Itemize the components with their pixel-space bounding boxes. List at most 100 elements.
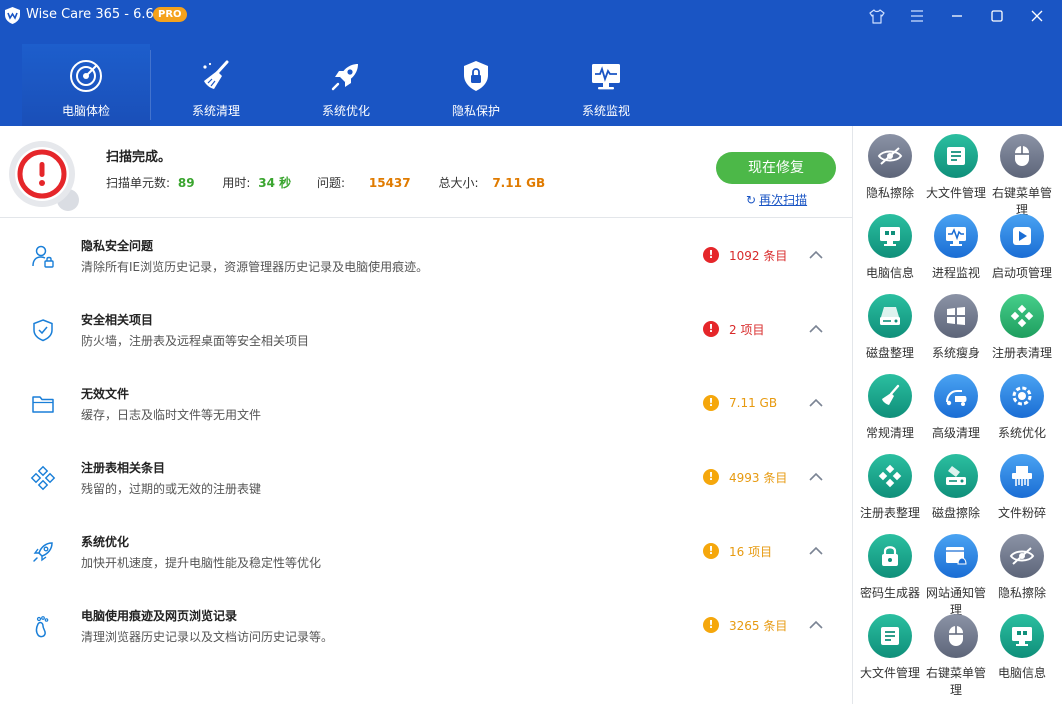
refresh-icon: ↻ — [746, 193, 757, 207]
issue-row-optimize[interactable]: 系统优化 加快开机速度，提升电脑性能及稳定性等优化 ! 16 项目 — [0, 515, 852, 589]
scan-summary: 扫描完成。 扫描单元数: 89 用时: 34 秒 问题: 15437 总大小: … — [0, 126, 852, 218]
tool-registry-cleaner[interactable]: 注册表清理 — [987, 294, 1053, 374]
tool-startup-manager[interactable]: 启动项管理 — [987, 214, 1053, 294]
chevron-up-icon[interactable] — [808, 396, 824, 410]
issue-row-registry[interactable]: 注册表相关条目 残留的，过期的或无效的注册表键 ! 4993 条目 — [0, 441, 852, 515]
tool-file-shredder[interactable]: 文件粉碎 — [987, 454, 1053, 534]
minimize-icon — [952, 15, 962, 17]
skin-button[interactable] — [866, 5, 888, 27]
maximize-button[interactable] — [986, 5, 1008, 27]
web-bell-icon — [946, 547, 967, 565]
tool-pc-info-2[interactable]: 电脑信息 — [987, 614, 1053, 694]
chevron-up-icon[interactable] — [808, 470, 824, 484]
tool-process-monitor[interactable]: 进程监视 — [921, 214, 987, 294]
rocket-icon — [331, 64, 358, 91]
tool-disk-eraser[interactable]: 磁盘擦除 — [921, 454, 987, 534]
alert-icon — [9, 141, 79, 211]
issue-title: 系统优化 — [81, 535, 130, 549]
monitor-pulse-icon — [592, 64, 620, 90]
scanned-value: 89 — [177, 176, 195, 190]
tool-label: 大文件管理 — [859, 666, 920, 680]
tool-web-notification-manager[interactable]: 网站通知管理 — [921, 534, 987, 617]
rocket-icon — [33, 542, 53, 562]
warning-icon: ! — [703, 469, 719, 485]
issue-title: 隐私安全问题 — [81, 239, 154, 253]
size-value: 7.11 GB — [492, 176, 546, 190]
tool-system-slimming[interactable]: 系统瘦身 — [921, 294, 987, 374]
tool-system-optimize[interactable]: 系统优化 — [987, 374, 1053, 454]
chevron-up-icon[interactable] — [808, 618, 824, 632]
rescan-label: 再次扫描 — [759, 193, 808, 207]
issue-count: 7.11 GB — [729, 396, 778, 410]
tool-tile — [1000, 214, 1044, 258]
chevron-up-icon[interactable] — [808, 544, 824, 558]
fix-now-button[interactable]: 现在修复 — [716, 152, 836, 184]
tool-registry-defrag[interactable]: 注册表整理 — [855, 454, 921, 534]
chevron-up-icon[interactable] — [808, 248, 824, 262]
issue-count: 16 项目 — [729, 544, 773, 559]
close-button[interactable] — [1026, 5, 1048, 27]
issue-title: 无效文件 — [81, 387, 130, 401]
monitor-pulse-icon — [946, 227, 966, 246]
rescan-link[interactable]: ↻ 再次扫描 — [746, 191, 807, 208]
tool-context-menu-manager[interactable]: 右键菜单管理 — [987, 134, 1053, 217]
tool-common-clean[interactable]: 常规清理 — [855, 374, 921, 454]
warning-icon: ! — [703, 395, 719, 411]
tool-label: 电脑信息 — [997, 666, 1046, 680]
issues-value: 15437 — [368, 176, 411, 190]
tool-pc-info[interactable]: 电脑信息 — [855, 214, 921, 294]
issue-desc: 残留的，过期的或无效的注册表键 — [81, 482, 262, 496]
issue-title: 电脑使用痕迹及网页浏览记录 — [81, 609, 238, 623]
tab-system-monitor[interactable]: 系统监视 — [542, 44, 670, 126]
tab-system-clean[interactable]: 系统清理 — [152, 44, 280, 126]
folder-icon — [32, 396, 54, 413]
issue-count: 1092 条目 — [729, 248, 788, 263]
tab-label: 系统优化 — [321, 104, 370, 118]
footprint-icon — [35, 616, 49, 638]
tool-privacy-eraser-2[interactable]: 隐私擦除 — [987, 534, 1053, 614]
error-icon: ! — [703, 321, 719, 337]
tool-disk-defrag[interactable]: 磁盘整理 — [855, 294, 921, 374]
chevron-up-icon[interactable] — [808, 322, 824, 336]
tool-context-menu-manager-2[interactable]: 右键菜单管理 — [921, 614, 987, 697]
issue-status: ! 16 项目 — [703, 543, 772, 559]
main-menu-button[interactable] — [906, 5, 928, 27]
tool-large-file-manager[interactable]: 大文件管理 — [921, 134, 987, 214]
tool-advanced-clean[interactable]: 高级清理 — [921, 374, 987, 454]
tab-label: 系统监视 — [581, 104, 630, 118]
tool-privacy-eraser[interactable]: 隐私擦除 — [855, 134, 921, 214]
tool-password-generator[interactable]: 密码生成器 — [855, 534, 921, 614]
header-bar: Wise Care 365 - 6.6.6 PRO 电脑体检 系统清理 系统优化… — [0, 0, 1062, 126]
registry-icon — [30, 465, 56, 491]
main-nav: 电脑体检 系统清理 系统优化 隐私保护 系统监视 — [0, 44, 700, 126]
disk-icon — [880, 307, 900, 325]
tool-label: 密码生成器 — [859, 586, 920, 600]
play-icon — [1013, 227, 1031, 245]
eye-off-icon — [877, 147, 903, 165]
issue-row-security[interactable]: 安全相关项目 防火墙，注册表及远程桌面等安全相关项目 ! 2 项目 — [0, 293, 852, 367]
minimize-button[interactable] — [946, 5, 968, 27]
issue-row-junk-files[interactable]: 无效文件 缓存，日志及临时文件等无用文件 ! 7.11 GB — [0, 367, 852, 441]
issue-title: 注册表相关条目 — [81, 461, 166, 475]
tool-tile — [868, 614, 912, 658]
time-value: 34 秒 — [258, 176, 292, 190]
tab-privacy-protect[interactable]: 隐私保护 — [412, 44, 540, 126]
issue-status: ! 1092 条目 — [703, 247, 787, 263]
app-title: Wise Care 365 - 6.6.6 — [26, 7, 167, 22]
issue-row-traces[interactable]: 电脑使用痕迹及网页浏览记录 清理浏览器历史记录以及文档访问历史记录等。 ! 32… — [0, 589, 852, 663]
lock-icon — [882, 546, 898, 566]
tool-label: 电脑信息 — [865, 266, 914, 280]
nav-divider — [150, 50, 151, 120]
issue-row-privacy[interactable]: 隐私安全问题 清除所有IE浏览历史记录，资源管理器历史记录及电脑使用痕迹。 ! … — [0, 219, 852, 293]
title-bar[interactable]: Wise Care 365 - 6.6.6 PRO — [0, 0, 1062, 32]
registry-icon — [1010, 304, 1034, 328]
tool-large-file-manager-2[interactable]: 大文件管理 — [855, 614, 921, 694]
mouse-icon — [1015, 146, 1029, 166]
disk-wipe-icon — [946, 466, 966, 485]
issue-list: 隐私安全问题 清除所有IE浏览历史记录，资源管理器历史记录及电脑使用痕迹。 ! … — [0, 219, 852, 704]
tab-pc-checkup[interactable]: 电脑体检 — [22, 44, 150, 126]
tab-system-optimize[interactable]: 系统优化 — [282, 44, 410, 126]
tool-tile — [1000, 294, 1044, 338]
shield-check-icon — [33, 319, 53, 342]
tool-label: 文件粉碎 — [997, 506, 1046, 520]
